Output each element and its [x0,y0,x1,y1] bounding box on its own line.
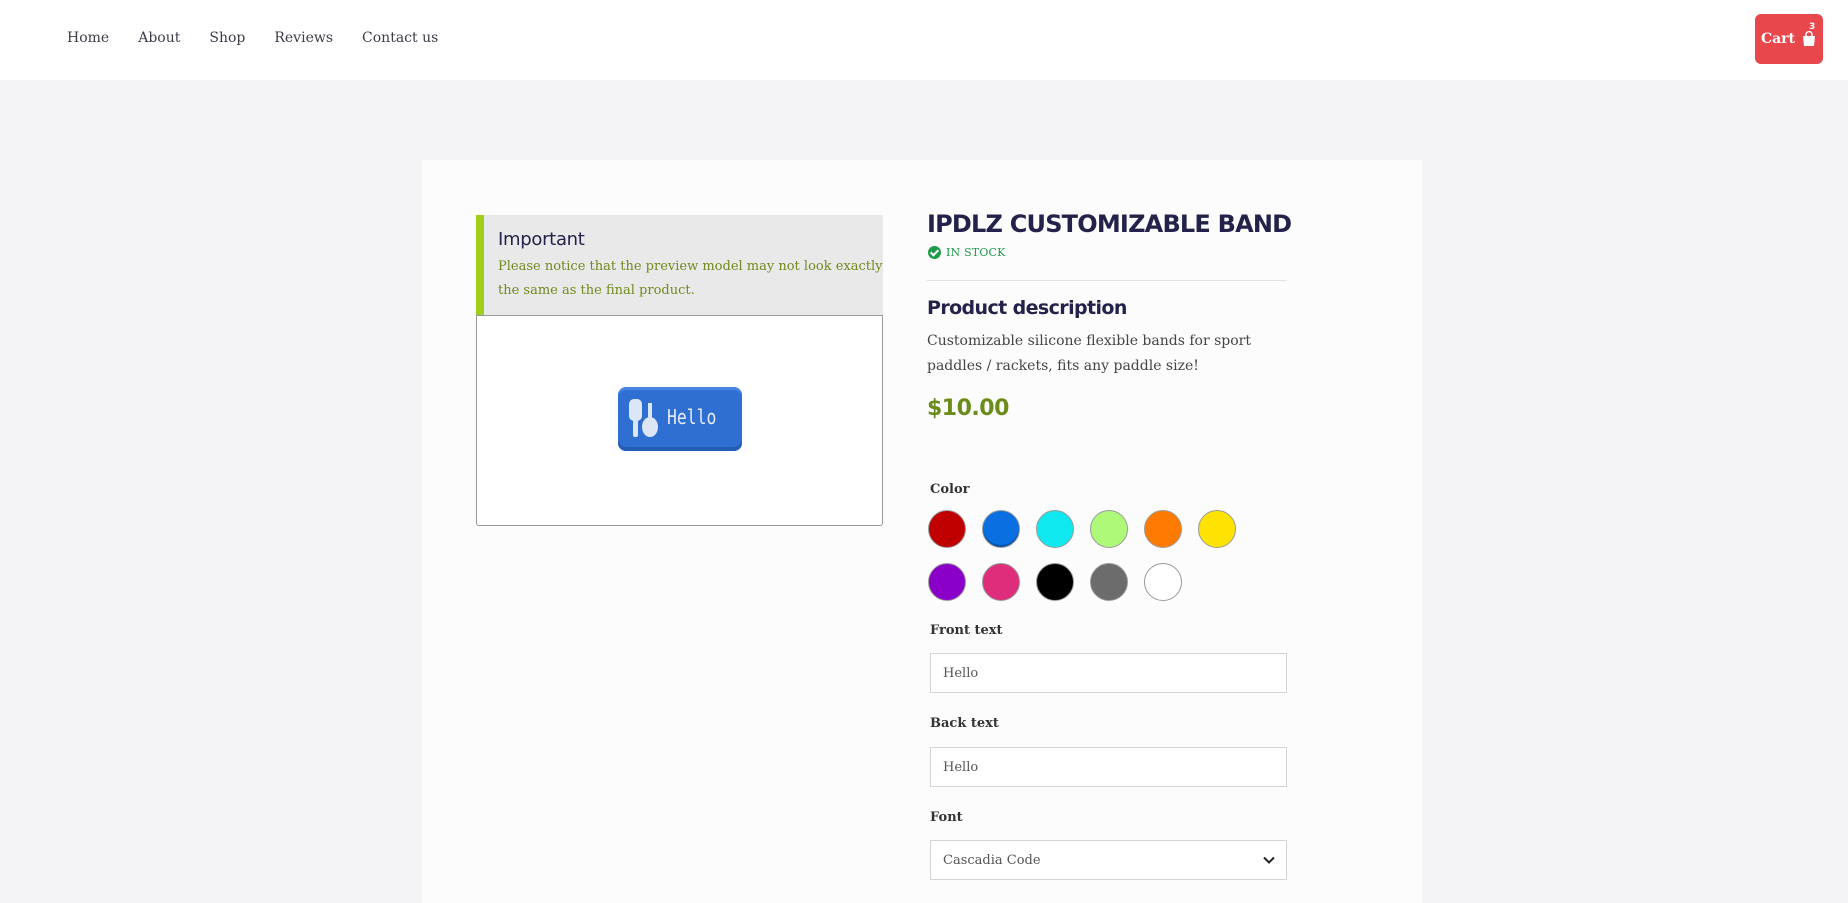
color-swatch-gray[interactable] [1090,563,1128,601]
notice-title: Important [498,229,585,250]
stock-status: IN STOCK [928,246,1006,259]
nav-shop[interactable]: Shop [209,30,245,46]
color-swatch-lime[interactable] [1090,510,1128,548]
font-label: Font [930,810,963,825]
back-text-label: Back text [930,716,999,731]
cart-count-badge: 3 [1809,22,1816,32]
color-swatch-orange[interactable] [1144,510,1182,548]
nav-contact[interactable]: Contact us [362,30,438,46]
color-label: Color [930,482,970,497]
band-text: Hello [667,405,717,429]
color-swatch-cyan[interactable] [1036,510,1074,548]
color-swatch-pink[interactable] [982,563,1020,601]
divider [927,280,1287,281]
band-preview: Hello [618,387,742,451]
nav-home[interactable]: Home [67,30,109,46]
product-preview: Hello [476,315,883,526]
product-price: $10.00 [927,396,1009,421]
site-header: Home About Shop Reviews Contact us Cart … [0,0,1848,80]
description-title: Product description [927,297,1127,319]
chevron-down-icon [1263,856,1275,864]
cart-label: Cart [1760,31,1796,47]
color-swatch-red[interactable] [928,510,966,548]
shopping-bag-icon [1801,30,1817,47]
notice-box: Important Please notice that the preview… [476,215,883,315]
color-swatch-purple[interactable] [928,563,966,601]
color-swatch-yellow[interactable] [1198,510,1236,548]
font-select-value: Cascadia Code [943,853,1041,868]
paddle-logo-icon [629,399,658,437]
color-swatch-blue[interactable] [982,510,1020,548]
main-nav: Home About Shop Reviews Contact us [67,30,467,46]
check-circle-icon [928,246,941,259]
description-text: Customizable silicone flexible bands for… [927,333,1251,374]
nav-reviews[interactable]: Reviews [274,30,333,46]
back-text-input[interactable] [930,747,1287,787]
front-text-input[interactable] [930,653,1287,693]
color-swatch-white[interactable] [1144,563,1182,601]
nav-about[interactable]: About [138,30,180,46]
font-select[interactable]: Cascadia Code [930,840,1287,880]
notice-text: Please notice that the preview model may… [498,259,883,298]
product-title: IPDLZ CUSTOMIZABLE BAND [927,210,1292,238]
color-swatch-black[interactable] [1036,563,1074,601]
front-text-label: Front text [930,623,1003,638]
stock-text: IN STOCK [946,246,1006,259]
